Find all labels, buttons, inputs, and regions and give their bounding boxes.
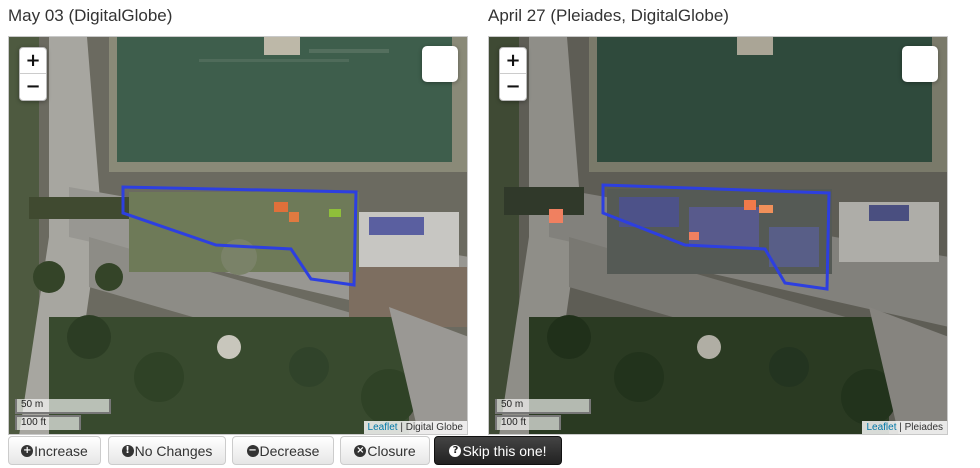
question-circle-icon: ? <box>449 444 462 457</box>
no-changes-button[interactable]: ! No Changes <box>108 436 226 465</box>
attribution-separator: | <box>896 422 905 433</box>
layers-toggle-button[interactable] <box>422 46 458 82</box>
scale-imperial: 100 ft <box>495 415 561 430</box>
right-satellite-map[interactable]: + − 50 m 100 ft Leaflet | Pleiades <box>488 36 948 435</box>
zoom-control: + − <box>499 47 527 101</box>
skip-label: Skip this one! <box>462 442 547 459</box>
left-satellite-map[interactable]: + − 50 m 100 ft Leaflet | Digital Globe <box>8 36 468 435</box>
exclamation-circle-icon: ! <box>121 444 134 457</box>
layers-toggle-button[interactable] <box>902 46 938 82</box>
minus-circle-icon: − <box>246 444 259 457</box>
leaflet-link[interactable]: Leaflet <box>368 422 398 433</box>
zoom-in-button[interactable]: + <box>500 48 526 74</box>
x-circle-icon: × <box>354 444 367 457</box>
decrease-button[interactable]: − Decrease <box>232 436 334 465</box>
imagery-source: Digital Globe <box>405 422 463 433</box>
left-map-title: May 03 (DigitalGlobe) <box>8 6 173 25</box>
zoom-out-button[interactable]: − <box>20 74 46 100</box>
decrease-label: Decrease <box>259 442 320 459</box>
closure-button[interactable]: × Closure <box>340 436 430 465</box>
zoom-in-button[interactable]: + <box>20 48 46 74</box>
imagery-source: Pleiades <box>904 422 943 433</box>
skip-button[interactable]: ? Skip this one! <box>434 436 562 465</box>
satellite-imagery <box>489 37 947 434</box>
plus-circle-icon: + <box>21 444 34 457</box>
closure-label: Closure <box>367 442 416 459</box>
leaflet-link[interactable]: Leaflet <box>866 422 896 433</box>
increase-label: Increase <box>34 442 88 459</box>
satellite-imagery <box>9 37 467 434</box>
no-changes-label: No Changes <box>134 442 213 459</box>
right-map-title: April 27 (Pleiades, DigitalGlobe) <box>488 6 729 25</box>
map-attribution: Leaflet | Digital Globe <box>363 421 467 434</box>
map-attribution: Leaflet | Pleiades <box>862 421 947 434</box>
scale-metric: 50 m <box>15 399 111 414</box>
scale-imperial: 100 ft <box>15 415 81 430</box>
scale-metric: 50 m <box>495 399 591 414</box>
zoom-out-button[interactable]: − <box>500 74 526 100</box>
attribution-separator: | <box>397 422 406 433</box>
increase-button[interactable]: + Increase <box>8 436 101 465</box>
zoom-control: + − <box>19 47 47 101</box>
